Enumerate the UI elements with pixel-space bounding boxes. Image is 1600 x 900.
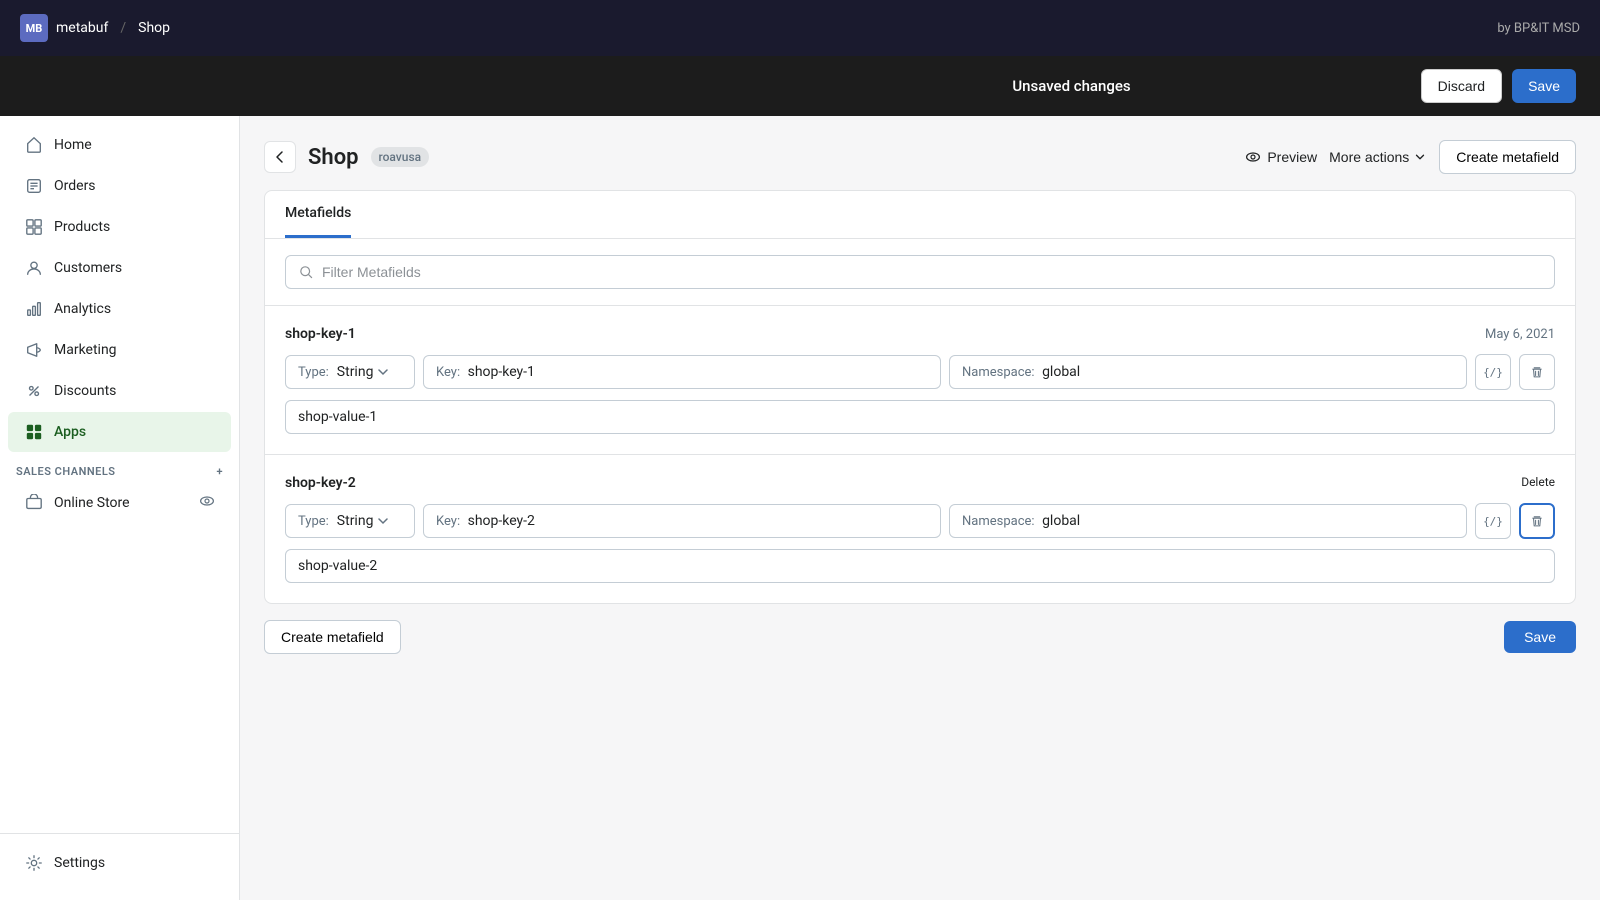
metafield-key-input-1: Key: shop-key-2 [423, 504, 941, 538]
discounts-icon [24, 381, 44, 401]
products-label: Products [54, 219, 110, 235]
metafield-code-button-1[interactable]: {/} [1475, 503, 1511, 539]
type-chevron-1 [377, 515, 389, 527]
unsaved-message: Unsaved changes [722, 77, 1420, 95]
metafield-value-1: shop-value-2 [285, 549, 1555, 583]
content-area: Shop roavusa Preview More actions Create… [240, 116, 1600, 900]
sidebar-item-orders[interactable]: Orders [8, 166, 231, 206]
settings-icon [24, 853, 44, 873]
add-sales-channel-icon[interactable]: + [216, 465, 223, 478]
metafield-key-1: shop-key-2 [285, 475, 356, 491]
tab-metafields[interactable]: Metafields [285, 191, 351, 238]
sidebar-nav: Home Orders Products [0, 116, 239, 833]
apps-label: Apps [54, 424, 86, 440]
marketing-label: Marketing [54, 342, 117, 358]
top-bar: MB metabuf / Shop by BP&IT MSD [0, 0, 1600, 56]
page-header-left: Shop roavusa [264, 141, 429, 173]
search-bar [265, 239, 1575, 306]
metafield-delete-button-0[interactable] [1519, 354, 1555, 390]
analytics-label: Analytics [54, 301, 111, 317]
sidebar-item-marketing[interactable]: Marketing [8, 330, 231, 370]
metafield-type-select-1[interactable]: Type: String [285, 504, 415, 538]
search-input[interactable] [322, 264, 1542, 280]
metafield-code-button-0[interactable]: {/} [1475, 354, 1511, 390]
page-name: Shop [138, 20, 170, 36]
delete-tooltip-1: Delete [1521, 475, 1555, 489]
trash-icon-0 [1530, 365, 1544, 379]
sidebar-item-online-store[interactable]: Online Store [8, 483, 231, 523]
metafield-row-0: shop-key-1 May 6, 2021 Type: String Key:… [265, 306, 1575, 455]
sales-channels-section: SALES CHANNELS + [0, 453, 239, 482]
metafield-value-0: shop-value-1 [285, 400, 1555, 434]
top-bar-left: MB metabuf / Shop [20, 14, 170, 42]
sidebar-item-analytics[interactable]: Analytics [8, 289, 231, 329]
store-name: metabuf [56, 20, 108, 36]
metafield-header-1: shop-key-2 Delete [285, 475, 1555, 491]
type-chevron-0 [377, 366, 389, 378]
metafield-fields-1: Type: String Key: shop-key-2 Namespace: … [285, 503, 1555, 539]
metafield-date-0: May 6, 2021 [1485, 327, 1555, 342]
sidebar-item-customers[interactable]: Customers [8, 248, 231, 288]
save-bottom-button[interactable]: Save [1504, 621, 1576, 653]
sidebar-bottom: Settings [0, 833, 239, 900]
page-title: Shop [308, 145, 359, 170]
metafield-namespace-input-1: Namespace: global [949, 504, 1467, 538]
bottom-actions: Create metafield Save [264, 620, 1576, 654]
sidebar-item-discounts[interactable]: Discounts [8, 371, 231, 411]
page-badge: roavusa [371, 147, 430, 167]
breadcrumb-separator: / [120, 20, 126, 36]
more-actions-button[interactable]: More actions [1329, 149, 1427, 165]
top-bar-right: by BP&IT MSD [1497, 21, 1580, 36]
discard-button[interactable]: Discard [1421, 69, 1502, 103]
settings-label: Settings [54, 855, 105, 871]
page-header-right: Preview More actions Create metafield [1245, 140, 1576, 174]
preview-button[interactable]: Preview [1245, 149, 1317, 165]
metafields-card: Metafields shop-key-1 May 6, 2021 [264, 190, 1576, 604]
orders-label: Orders [54, 178, 96, 194]
online-store-visibility-icon[interactable] [199, 493, 215, 513]
code-icon-1: {/} [1483, 515, 1503, 528]
preview-label: Preview [1267, 149, 1317, 165]
metafield-type-select-0[interactable]: Type: String [285, 355, 415, 389]
more-actions-label: More actions [1329, 149, 1409, 165]
online-store-label: Online Store [54, 495, 189, 511]
metafield-delete-button-1[interactable] [1519, 503, 1555, 539]
discounts-label: Discounts [54, 383, 116, 399]
metafield-row-1: shop-key-2 Delete Type: String Key: [265, 455, 1575, 603]
home-label: Home [54, 137, 92, 153]
metafield-namespace-input-0: Namespace: global [949, 355, 1467, 389]
home-icon [24, 135, 44, 155]
trash-icon-1 [1530, 514, 1544, 528]
apps-icon [24, 422, 44, 442]
analytics-icon [24, 299, 44, 319]
sidebar-item-products[interactable]: Products [8, 207, 231, 247]
sidebar: Home Orders Products [0, 116, 240, 900]
metafield-header-0: shop-key-1 May 6, 2021 [285, 326, 1555, 342]
tabs: Metafields [265, 191, 1575, 239]
unsaved-actions: Discard Save [1421, 69, 1576, 103]
products-icon [24, 217, 44, 237]
store-avatar: MB [20, 14, 48, 42]
search-icon [298, 264, 314, 280]
sidebar-item-apps[interactable]: Apps [8, 412, 231, 452]
sidebar-item-settings[interactable]: Settings [8, 843, 231, 883]
orders-icon [24, 176, 44, 196]
code-icon-0: {/} [1483, 366, 1503, 379]
unsaved-bar: Unsaved changes Discard Save [0, 56, 1600, 116]
metafield-fields-0: Type: String Key: shop-key-1 Namespace: … [285, 354, 1555, 390]
sidebar-item-home[interactable]: Home [8, 125, 231, 165]
customers-icon [24, 258, 44, 278]
metafield-key-0: shop-key-1 [285, 326, 356, 342]
marketing-icon [24, 340, 44, 360]
save-top-button[interactable]: Save [1512, 69, 1576, 103]
online-store-icon [24, 493, 44, 513]
metafield-key-input-0: Key: shop-key-1 [423, 355, 941, 389]
create-metafield-button-bottom[interactable]: Create metafield [264, 620, 401, 654]
customers-label: Customers [54, 260, 122, 276]
page-header: Shop roavusa Preview More actions Create… [264, 140, 1576, 174]
create-metafield-button-top[interactable]: Create metafield [1439, 140, 1576, 174]
back-button[interactable] [264, 141, 296, 173]
search-input-wrap [285, 255, 1555, 289]
